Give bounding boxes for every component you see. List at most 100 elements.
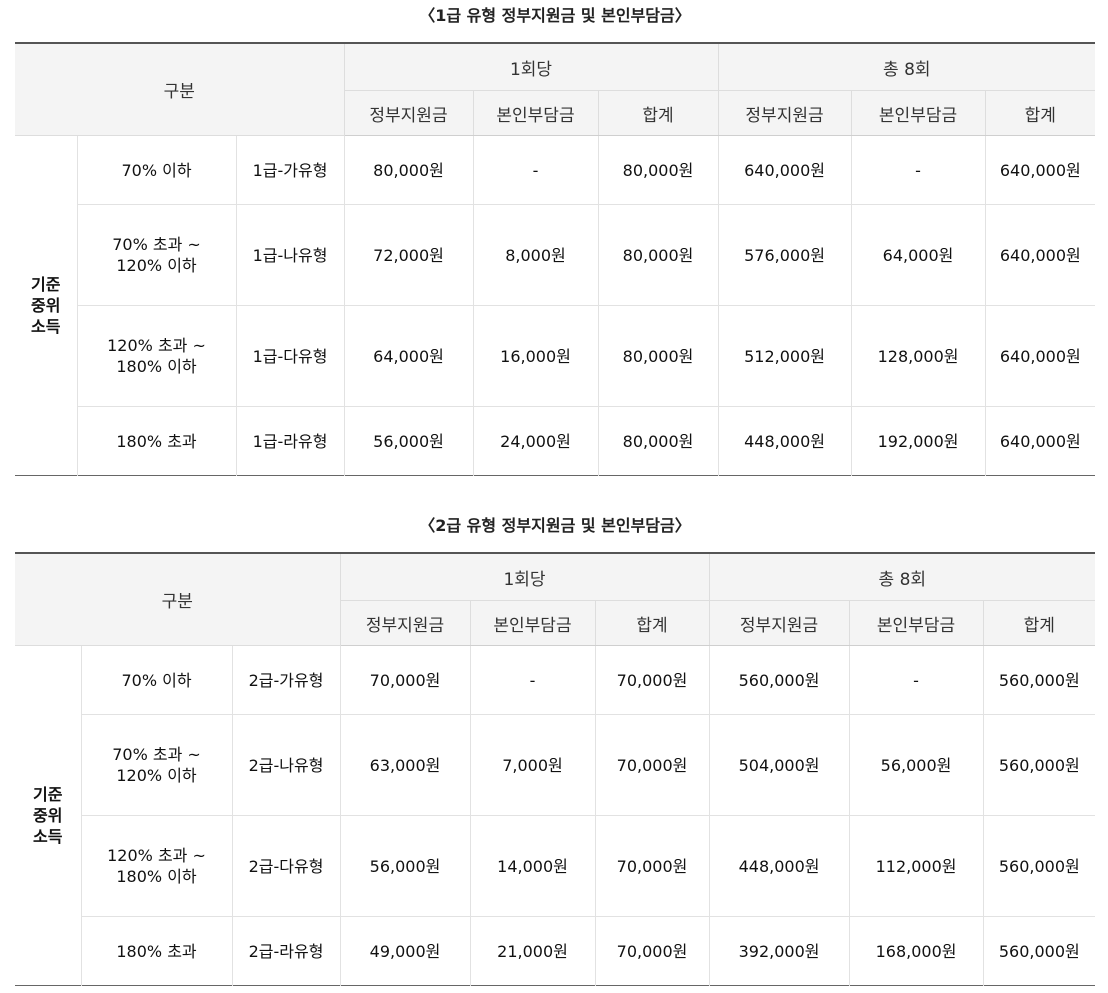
total-self-pay-cell: 56,000원 — [849, 714, 984, 816]
table-row: 70% 초과 ~ 120% 이하 1급-나유형 72,000원 8,000원 8… — [15, 204, 1096, 306]
income-range-cell: 180% 초과 — [77, 406, 237, 476]
income-range-cell: 180% 초과 — [81, 916, 233, 986]
table-row: 기준 중위 소득 70% 이하 2급-가유형 70,000원 - 70,000원… — [15, 645, 1096, 986]
table-row: 180% 초과 1급-라유형 56,000원 24,000원 80,000원 4… — [15, 406, 1095, 476]
total-sum-cell: 640,000원 — [985, 305, 1096, 407]
income-range-text: 120% 초과 ~ 180% 이하 — [107, 846, 206, 886]
total-self-pay-cell: 64,000원 — [851, 204, 986, 306]
table-row: 120% 초과 ~ 180% 이하 1급-다유형 64,000원 16,000원… — [15, 305, 1096, 407]
total-self-pay-cell: - — [849, 645, 984, 715]
total-sum-cell: 560,000원 — [998, 941, 1080, 961]
sub-header-self-pay: 본인부담금 — [849, 600, 984, 646]
self-pay-cell: 16,000원 — [473, 305, 599, 407]
group-label-text: 기준 중위 소득 — [33, 785, 63, 846]
sum-cell: 70,000원 — [595, 645, 710, 715]
income-range-text: 180% 초과 — [116, 431, 197, 451]
total-sum-cell: 640,000원 — [985, 135, 1096, 205]
sub-header-gov-support: 정부지원금 — [718, 90, 852, 136]
sum-cell: 70,000원 — [595, 714, 710, 816]
total-8-sessions-header: 총 8회 — [718, 43, 1096, 91]
total-self-pay-cell: 192,000원 — [851, 406, 986, 476]
total-gov-support-cell: 560,000원 — [709, 645, 850, 715]
total-self-pay-cell: - — [851, 135, 986, 205]
self-pay-cell: - — [473, 135, 599, 205]
voucher-type-cell: 1급-가유형 — [236, 135, 345, 205]
total-gov-support-cell: 448,000원 — [709, 815, 850, 917]
income-range-cell: 70% 초과 ~ 120% 이하 — [77, 204, 237, 306]
sub-header-gov-support: 정부지원금 — [340, 600, 471, 646]
sub-header-sum: 합계 — [598, 90, 719, 136]
table-row: 180% 초과 2급-라유형 49,000원 21,000원 70,000원 3… — [15, 916, 1095, 986]
income-range-cell: 120% 초과 ~ 180% 이하 — [81, 815, 233, 917]
gov-support-cell: 56,000원 — [340, 815, 471, 917]
grade1-section: 〈1급 유형 정부지원금 및 본인부담금〉 구분 1회당 총 8회 정부지원금 … — [15, 0, 1096, 476]
group-label-text: 기준 중위 소득 — [31, 275, 61, 336]
table-row: 120% 초과 ~ 180% 이하 2급-다유형 56,000원 14,000원… — [15, 815, 1096, 917]
voucher-type-cell: 2급-다유형 — [232, 815, 341, 917]
total-self-pay-cell: 128,000원 — [851, 305, 986, 407]
total-gov-support-cell: 392,000원 — [709, 916, 850, 986]
voucher-type-cell: 2급-라유형 — [232, 916, 341, 986]
sub-header-self-pay: 본인부담금 — [851, 90, 986, 136]
self-pay-cell: 7,000원 — [470, 714, 596, 816]
self-pay-cell: 8,000원 — [473, 204, 599, 306]
income-range-text: 180% 초과 — [116, 941, 197, 961]
total-sum-cell: 560,000원 — [983, 645, 1096, 715]
table-row: 70% 초과 ~ 120% 이하 2급-나유형 63,000원 7,000원 7… — [15, 714, 1096, 816]
median-income-group-label: 기준 중위 소득 — [15, 135, 78, 476]
gov-support-cell: 72,000원 — [344, 204, 474, 306]
per-session-header: 1회당 — [340, 553, 710, 601]
grade1-table-title: 〈1급 유형 정부지원금 및 본인부담금〉 — [419, 6, 691, 25]
total-sum-cell: 560,000원 — [983, 714, 1096, 816]
gov-support-cell: 49,000원 — [340, 916, 471, 986]
sum-cell: 80,000원 — [598, 305, 719, 407]
total-gov-support-cell: 640,000원 — [718, 135, 852, 205]
voucher-type-cell: 1급-다유형 — [236, 305, 345, 407]
sum-cell: 80,000원 — [598, 135, 719, 205]
sub-header-gov-support: 정부지원금 — [709, 600, 850, 646]
grade1-fee-table: 구분 1회당 총 8회 정부지원금 본인부담금 합계 정부지원금 본인부담금 합… — [15, 42, 1096, 476]
gov-support-cell: 63,000원 — [340, 714, 471, 816]
voucher-type-cell: 1급-라유형 — [236, 406, 345, 476]
voucher-type-cell: 2급-가유형 — [232, 645, 341, 715]
median-income-group-label: 기준 중위 소득 — [15, 645, 82, 986]
income-range-text: 70% 초과 ~ 120% 이하 — [112, 745, 201, 785]
total-gov-support-cell: 448,000원 — [718, 406, 852, 476]
total-gov-support-cell: 504,000원 — [709, 714, 850, 816]
grade2-table-title: 〈2급 유형 정부지원금 및 본인부담금〉 — [419, 516, 691, 535]
gov-support-cell: 56,000원 — [344, 406, 474, 476]
sub-header-sum: 합계 — [983, 600, 1096, 646]
income-range-text: 70% 이하 — [121, 670, 192, 690]
income-range-text: 70% 초과 ~ 120% 이하 — [112, 235, 201, 275]
gov-support-cell: 70,000원 — [340, 645, 471, 715]
sum-cell: 80,000원 — [598, 204, 719, 306]
category-header: 구분 — [15, 553, 341, 646]
self-pay-cell: 14,000원 — [470, 815, 596, 917]
sub-header-self-pay: 본인부담금 — [470, 600, 596, 646]
per-session-header: 1회당 — [344, 43, 719, 91]
total-sum-cell: 640,000원 — [999, 431, 1081, 451]
total-8-sessions-header: 총 8회 — [709, 553, 1096, 601]
gov-support-cell: 80,000원 — [344, 135, 474, 205]
voucher-type-cell: 2급-나유형 — [232, 714, 341, 816]
income-range-cell: 70% 이하 — [77, 135, 237, 205]
sub-header-self-pay: 본인부담금 — [473, 90, 599, 136]
sub-header-gov-support: 정부지원금 — [344, 90, 474, 136]
self-pay-cell: 21,000원 — [470, 916, 596, 986]
sum-cell: 70,000원 — [595, 815, 710, 917]
income-range-cell: 70% 초과 ~ 120% 이하 — [81, 714, 233, 816]
total-gov-support-cell: 576,000원 — [718, 204, 852, 306]
sum-cell: 80,000원 — [598, 406, 719, 476]
income-range-cell: 70% 이하 — [81, 645, 233, 715]
total-self-pay-cell: 112,000원 — [849, 815, 984, 917]
grade2-section: 〈2급 유형 정부지원금 및 본인부담금〉 구분 1회당 총 8회 정부지원금 … — [15, 510, 1096, 986]
category-header: 구분 — [15, 43, 345, 136]
income-range-cell: 120% 초과 ~ 180% 이하 — [77, 305, 237, 407]
sum-cell: 70,000원 — [595, 916, 710, 986]
total-sum-cell: 640,000원 — [985, 204, 1096, 306]
sub-header-sum: 합계 — [595, 600, 710, 646]
total-self-pay-cell: 168,000원 — [849, 916, 984, 986]
grade2-fee-table: 구분 1회당 총 8회 정부지원금 본인부담금 합계 정부지원금 본인부담금 합… — [15, 552, 1096, 986]
voucher-type-cell: 1급-나유형 — [236, 204, 345, 306]
total-sum-cell: 560,000원 — [983, 815, 1096, 917]
